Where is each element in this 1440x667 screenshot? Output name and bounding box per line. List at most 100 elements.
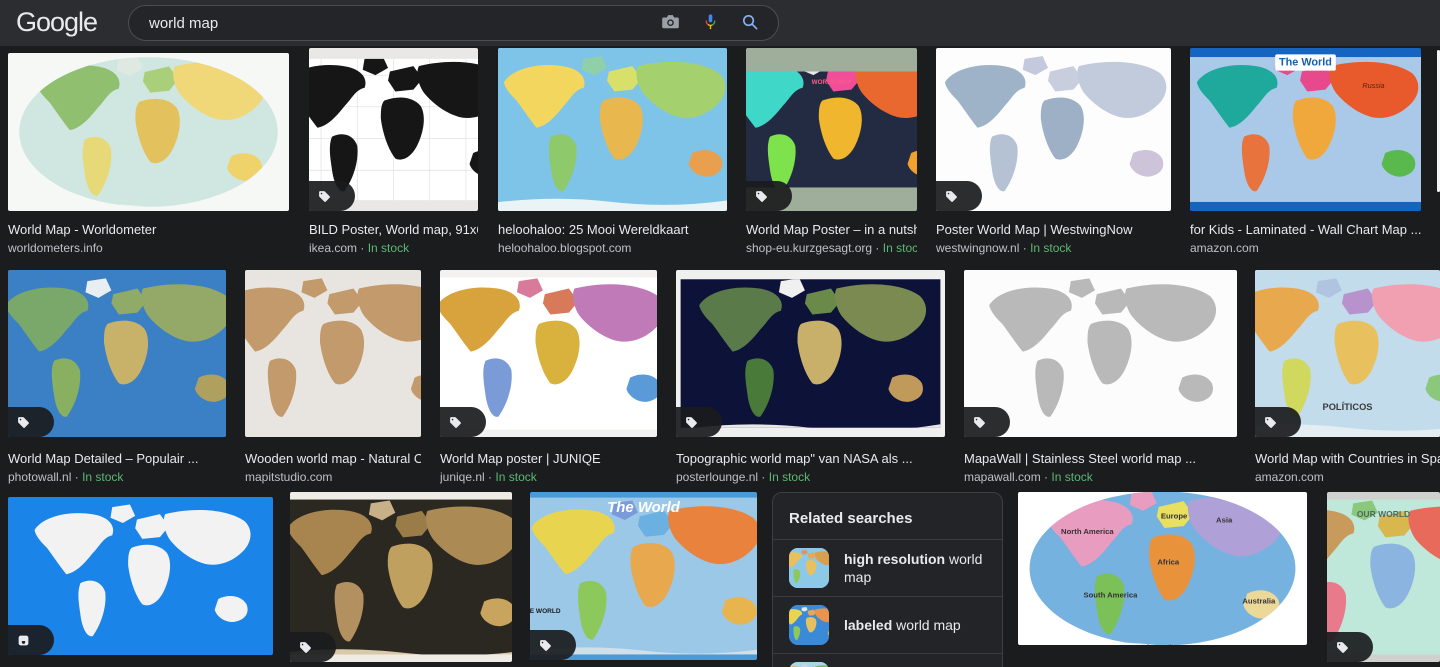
image-result-tile[interactable]: BILD Poster, World map, 91x61… ikea.com … [309,48,478,255]
related-thumbnail [789,662,829,667]
tag-icon [450,416,461,428]
result-title[interactable]: Poster World Map | WestwingNow [936,221,1171,238]
mic-icon [702,13,719,33]
result-domain: photowall.nl [8,470,72,484]
result-thumbnail[interactable]: POLÍTICOS [1255,270,1440,437]
result-thumbnail[interactable]: OUR WORLD [1327,492,1440,662]
price-tag-badge [440,407,486,437]
result-source: worldometers.info · [8,240,289,257]
product-badge [8,625,54,655]
search-bar[interactable] [128,5,779,41]
result-thumbnail[interactable] [8,270,226,437]
result-thumbnail[interactable] [8,53,289,211]
svg-text:Australia: Australia [1242,596,1276,605]
search-submit-button[interactable] [730,6,770,40]
result-thumbnail[interactable] [8,497,273,655]
svg-text:Antarctica: Antarctica [1145,643,1180,645]
result-thumbnail[interactable]: The World Russia [1190,48,1421,211]
image-result-tile[interactable]: Wooden world map - Natural Oa… mapitstud… [245,270,421,484]
price-tag-badge [8,407,54,437]
image-result-tile[interactable]: The World Russia for Kids - Laminated - W… [1190,48,1421,255]
result-thumbnail[interactable] [964,270,1237,437]
in-stock-label: In stock [1030,241,1072,255]
result-thumbnail[interactable]: North America South America Europe Africa As… [1018,492,1307,645]
result-title[interactable]: heloohaloo: 25 Mooi Wereldkaart [498,221,727,238]
result-thumbnail[interactable] [498,48,727,211]
related-search-label: high resolution world map [844,551,983,585]
result-title[interactable]: World Map Detailed – Populair ... [8,450,226,467]
result-thumbnail[interactable] [290,492,512,662]
results-row-1: World Map - Worldometer worldometers.inf… [0,48,1440,270]
price-tag-badge [936,181,982,211]
image-result-tile[interactable] [290,492,512,662]
price-tag-badge [746,181,792,211]
result-title[interactable]: Wooden world map - Natural Oa… [245,450,421,467]
related-searches-title: Related searches [789,510,913,527]
result-title[interactable]: World Map poster | JUNIQE [440,450,657,467]
result-source: shop-eu.kurzgesagt.org · In stock [746,240,917,257]
image-result-tile[interactable]: POLÍTICOS World Map with Countries in Sp… [1255,270,1440,484]
svg-text:The World: The World [607,499,681,516]
search-icon [741,13,759,34]
result-thumbnail[interactable] [245,270,421,437]
related-search-label: labeled world map [844,617,961,633]
result-source: juniqe.nl · In stock [440,470,537,484]
svg-text:Africa: Africa [1157,558,1180,567]
result-title[interactable]: for Kids - Laminated - Wall Chart Map ..… [1190,221,1421,238]
image-result-tile[interactable]: World Map - Worldometer worldometers.inf… [8,48,289,255]
image-result-tile[interactable]: World Map Detailed – Populair ... photow… [8,270,226,484]
svg-text:WORLD MAP: WORLD MAP [812,79,852,86]
result-thumbnail[interactable] [936,48,1171,211]
result-title[interactable]: World Map Poster – in a nutsh… [746,221,917,238]
image-result-tile[interactable]: MapaWall | Stainless Steel world map ...… [964,270,1237,484]
tag-icon [540,639,551,651]
related-search-item[interactable] [773,654,1002,667]
tag-icon [686,416,697,428]
result-domain: mapitstudio.com [245,470,333,484]
result-title[interactable]: BILD Poster, World map, 91x61… [309,221,478,238]
result-thumbnail[interactable]: WORLD MAP [746,48,917,211]
related-searches-panel: Related searches high resolution world m… [772,492,1003,667]
result-domain: juniqe.nl [440,470,485,484]
result-source: amazon.com · [1190,240,1421,257]
result-domain: amazon.com [1190,241,1259,255]
result-domain: mapawall.com [964,470,1041,484]
google-logo[interactable]: Google [16,7,98,38]
image-result-tile[interactable]: World Map poster | JUNIQE juniqe.nl · In… [440,270,657,484]
result-title[interactable]: World Map - Worldometer [8,221,289,238]
image-result-tile[interactable]: Topographic world map" van NASA als ... … [676,270,945,484]
result-thumbnail[interactable] [309,48,478,211]
result-thumbnail[interactable] [676,270,945,437]
result-thumbnail[interactable] [440,270,657,437]
result-title[interactable]: MapaWall | Stainless Steel world map ... [964,450,1237,467]
result-source: heloohaloo.blogspot.com · [498,240,727,257]
related-search-item[interactable]: high resolution world map [773,540,1002,596]
image-result-tile[interactable] [8,492,273,655]
svg-text:The World: The World [1279,56,1332,68]
search-input[interactable] [129,14,650,32]
result-domain: posterlounge.nl [676,470,759,484]
image-result-tile[interactable]: WORLD MAP World Map Poster – in a nutsh…… [746,48,917,255]
image-result-tile[interactable]: The World THE WORLD [530,492,757,660]
related-search-item[interactable]: labeled world map [773,597,1002,653]
voice-search-button[interactable] [690,6,730,40]
image-result-tile[interactable]: Poster World Map | WestwingNow westwingn… [936,48,1171,255]
image-result-tile[interactable]: heloohaloo: 25 Mooi Wereldkaart heloohal… [498,48,727,255]
svg-text:Europe: Europe [1161,512,1188,521]
tag-icon [974,416,985,428]
result-domain: heloohaloo.blogspot.com [498,241,632,255]
result-source: amazon.com · [1255,469,1440,486]
top-app-bar: Google [0,0,1440,46]
image-result-tile[interactable]: North America South America Europe Africa As… [1018,492,1307,645]
related-thumbnail [789,605,829,645]
price-tag-badge [290,632,336,662]
result-thumbnail[interactable]: The World THE WORLD [530,492,757,660]
in-stock-label: In stock [768,470,811,484]
result-title[interactable]: World Map with Countries in Spanis [1255,450,1440,467]
tag-icon [1337,641,1348,653]
result-source: mapawall.com · In stock [964,470,1093,484]
result-title[interactable]: Topographic world map" van NASA als ... [676,450,945,467]
search-by-image-button[interactable] [650,6,690,40]
image-result-tile-partial[interactable]: OUR WORLD [1327,492,1440,662]
result-domain: amazon.com [1255,470,1324,484]
